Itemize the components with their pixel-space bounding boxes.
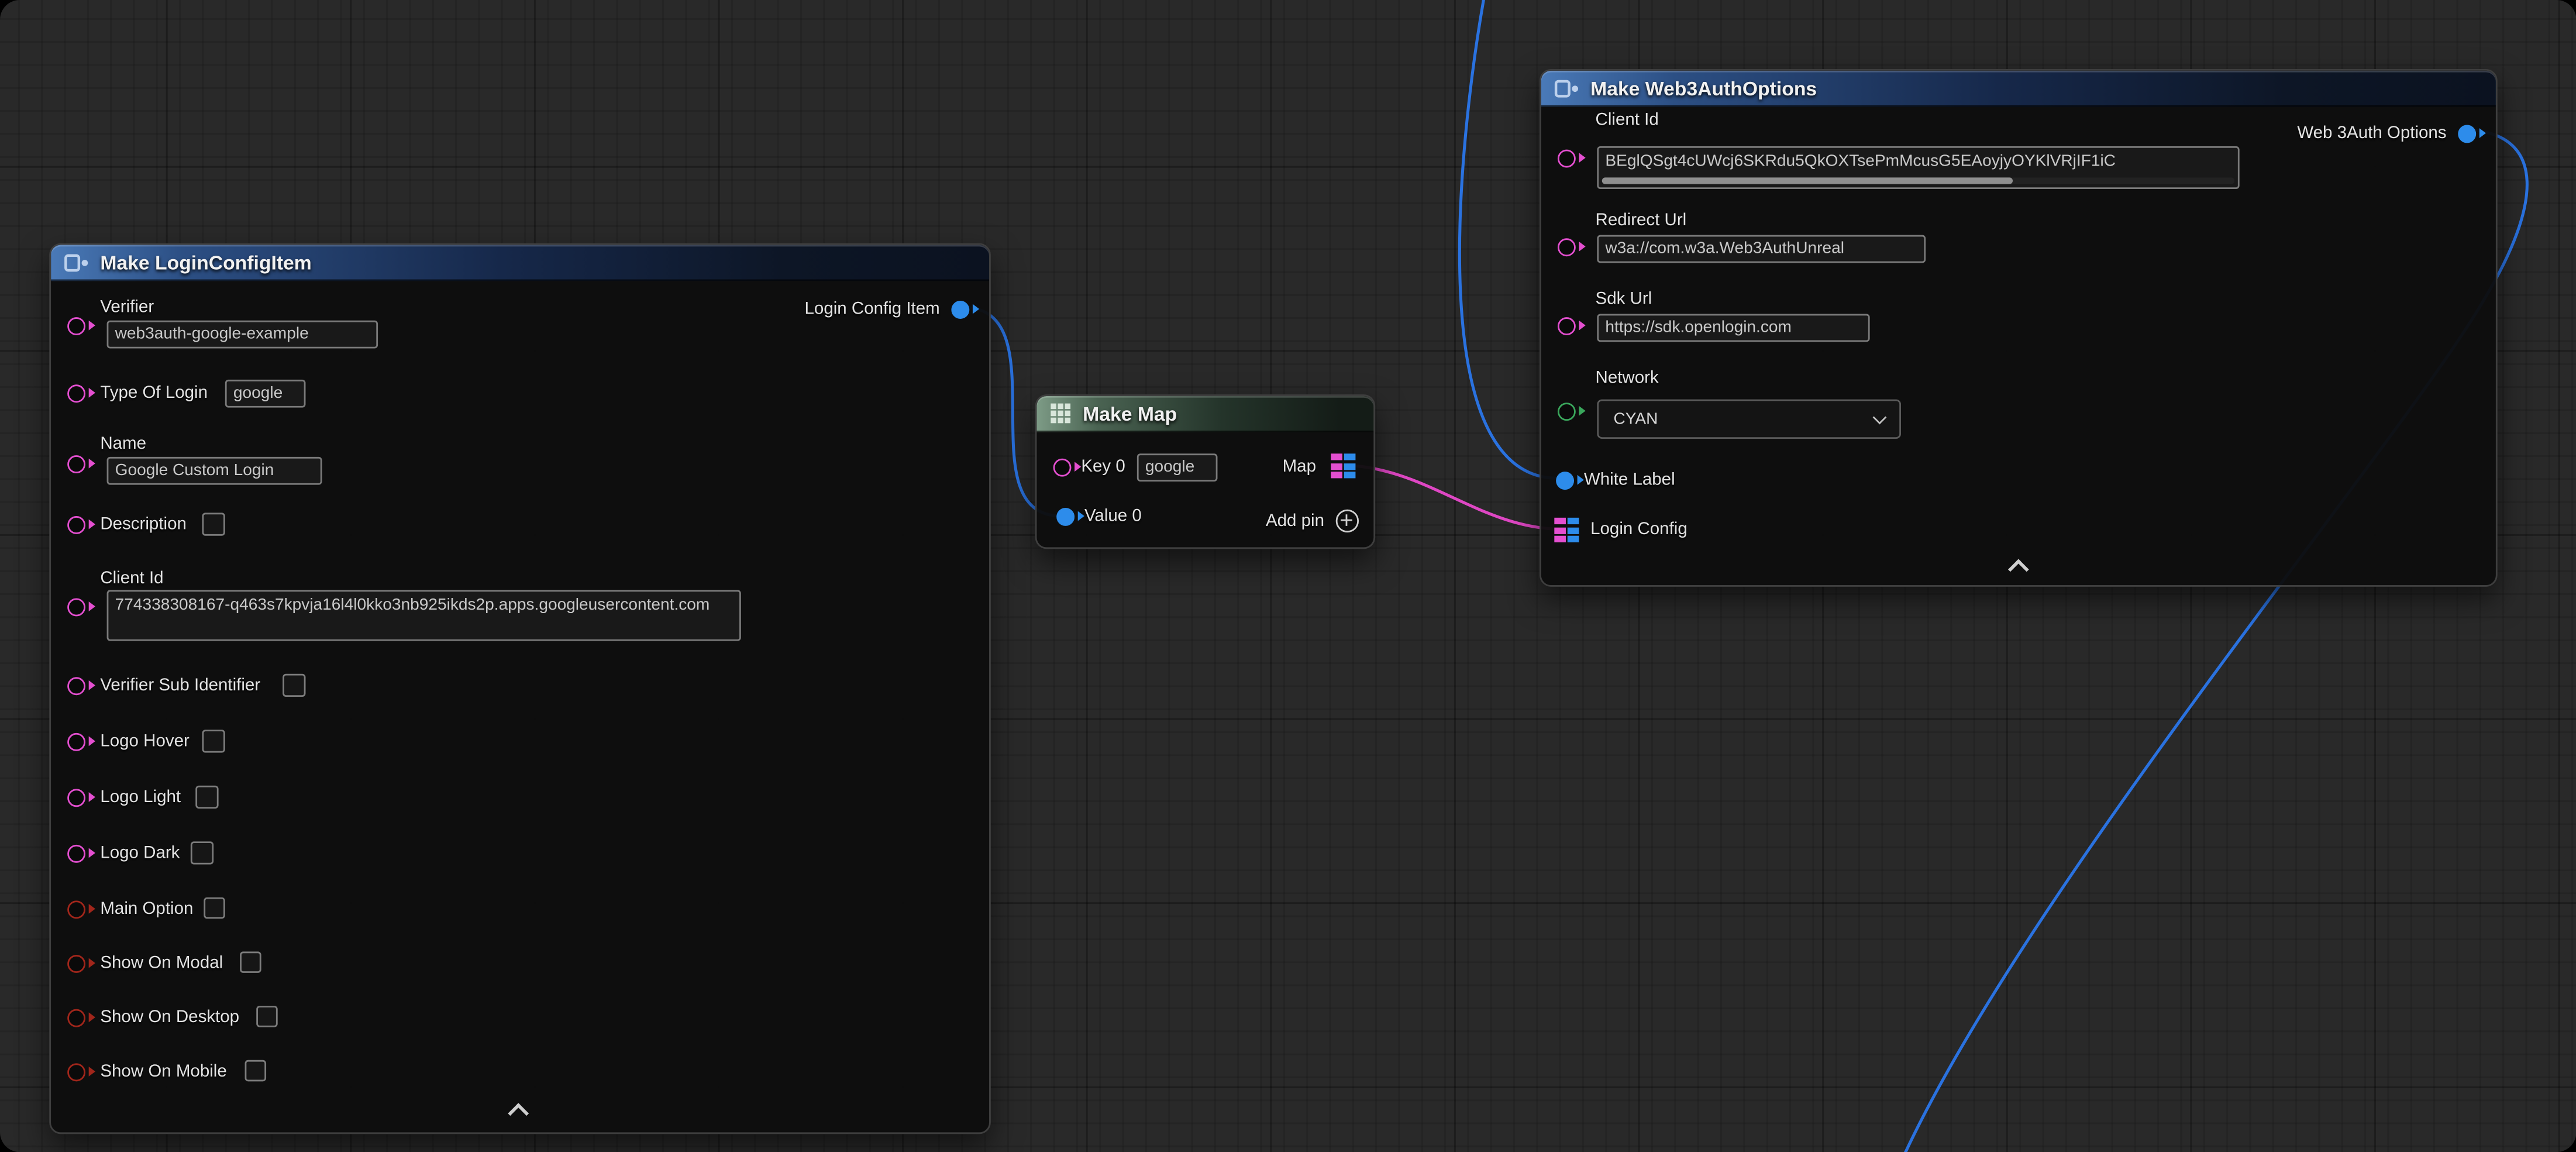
pin-key0[interactable] bbox=[1053, 458, 1082, 476]
pin-show-on-desktop[interactable] bbox=[67, 1008, 95, 1026]
output-pin-login-config-item[interactable] bbox=[951, 300, 979, 318]
node-title: Make LoginConfigItem bbox=[100, 250, 311, 273]
pin-label-description: Description bbox=[100, 514, 187, 534]
make-struct-icon bbox=[64, 252, 89, 272]
client-id-input[interactable]: 774338308167-q463s7kpvja16l4l0kko3nb925i… bbox=[107, 590, 741, 641]
pin-label-show-on-mobile: Show On Mobile bbox=[100, 1062, 226, 1082]
horizontal-scrollbar[interactable] bbox=[1602, 177, 2234, 184]
show-on-desktop-checkbox[interactable] bbox=[256, 1006, 278, 1027]
network-selected-value: CYAN bbox=[1613, 410, 1658, 428]
output-pin-map[interactable] bbox=[1331, 453, 1355, 478]
pin-label-key0: Key 0 bbox=[1081, 457, 1125, 477]
blueprint-graph-canvas[interactable]: Make LoginConfigItem Login Config Item V… bbox=[0, 0, 2576, 1152]
output-label-web3auth-options: Web 3Auth Options bbox=[2297, 123, 2446, 143]
pin-network[interactable] bbox=[1558, 402, 1586, 420]
pin-show-on-modal[interactable] bbox=[67, 954, 95, 972]
description-input[interactable] bbox=[202, 513, 225, 535]
pin-label-network: Network bbox=[1596, 368, 1659, 388]
verifier-input[interactable]: web3auth-google-example bbox=[107, 321, 378, 349]
pin-label-logo-dark: Logo Dark bbox=[100, 843, 180, 863]
pin-label-logo-light: Logo Light bbox=[100, 788, 181, 807]
pin-label-verifier: Verifier bbox=[100, 297, 154, 317]
node-make-loginconfigitem[interactable]: Make LoginConfigItem Login Config Item V… bbox=[49, 243, 991, 1134]
logo-hover-input[interactable] bbox=[202, 730, 225, 752]
pin-value0[interactable] bbox=[1056, 507, 1084, 525]
pin-client-id[interactable] bbox=[1558, 149, 1586, 167]
name-input[interactable]: Google Custom Login bbox=[107, 457, 322, 485]
pin-label-login-config: Login Config bbox=[1590, 520, 1688, 539]
pin-label-value0: Value 0 bbox=[1084, 506, 1142, 526]
node-make-map[interactable]: Make Map Key 0 google Value 0 Map Add pi… bbox=[1035, 394, 1375, 549]
pin-sdk-url[interactable] bbox=[1558, 317, 1586, 335]
show-on-modal-checkbox[interactable] bbox=[240, 951, 261, 973]
pin-redirect-url[interactable] bbox=[1558, 238, 1586, 256]
pin-label-client-id: Client Id bbox=[100, 569, 163, 589]
node-header[interactable]: Make Web3AuthOptions bbox=[1541, 71, 2496, 107]
pin-label-redirect-url: Redirect Url bbox=[1596, 211, 1687, 231]
network-dropdown[interactable]: CYAN bbox=[1597, 400, 1901, 439]
pin-label-show-on-desktop: Show On Desktop bbox=[100, 1007, 239, 1027]
client-id-input[interactable]: BEglQSgt4cUWcj6SKRdu5QkOXTsePmMcusG5EAoy… bbox=[1597, 146, 2239, 189]
pin-logo-light[interactable] bbox=[67, 788, 95, 806]
pin-type-of-login[interactable] bbox=[67, 384, 95, 402]
pin-main-option[interactable] bbox=[67, 900, 95, 918]
pin-label-client-id: Client Id bbox=[1596, 110, 1659, 130]
node-title: Make Web3AuthOptions bbox=[1590, 77, 1817, 99]
scrollbar-thumb[interactable] bbox=[1602, 177, 2013, 184]
key0-input[interactable]: google bbox=[1137, 453, 1218, 482]
pin-label-logo-hover: Logo Hover bbox=[100, 731, 190, 751]
pin-white-label[interactable] bbox=[1556, 471, 1584, 489]
client-id-value: BEglQSgt4cUWcj6SKRdu5QkOXTsePmMcusG5EAoy… bbox=[1605, 153, 2116, 171]
pin-name[interactable] bbox=[67, 455, 95, 473]
pin-description[interactable] bbox=[67, 515, 95, 534]
pin-label-show-on-modal: Show On Modal bbox=[100, 953, 223, 973]
pin-label-type-of-login: Type Of Login bbox=[100, 383, 208, 403]
output-label-map: Map bbox=[1283, 457, 1316, 477]
logo-dark-input[interactable] bbox=[191, 841, 213, 864]
pin-client-id[interactable] bbox=[67, 597, 95, 615]
pin-verifier[interactable] bbox=[67, 317, 95, 335]
add-pin-button[interactable] bbox=[1336, 510, 1359, 532]
pin-label-name: Name bbox=[100, 434, 146, 454]
sdk-url-input[interactable]: https://sdk.openlogin.com bbox=[1597, 314, 1869, 342]
output-pin-web3auth-options[interactable] bbox=[2458, 124, 2486, 142]
node-header[interactable]: Make Map bbox=[1036, 396, 1373, 432]
pin-show-on-mobile[interactable] bbox=[67, 1062, 95, 1081]
node-make-web3authoptions[interactable]: Make Web3AuthOptions Web 3Auth Options C… bbox=[1540, 69, 2498, 587]
add-pin-label: Add pin bbox=[1266, 511, 1324, 531]
main-option-checkbox[interactable] bbox=[204, 897, 225, 919]
pin-label-sdk-url: Sdk Url bbox=[1596, 289, 1652, 309]
node-header[interactable]: Make LoginConfigItem bbox=[51, 245, 989, 281]
pin-label-white-label: White Label bbox=[1584, 470, 1675, 490]
type-of-login-input[interactable]: google bbox=[225, 380, 306, 408]
redirect-url-input[interactable]: w3a://com.w3a.Web3AuthUnreal bbox=[1597, 235, 1926, 263]
pin-logo-hover[interactable] bbox=[67, 732, 95, 750]
map-container-icon bbox=[1050, 403, 1072, 424]
node-title: Make Map bbox=[1083, 402, 1177, 425]
verifier-sub-identifier-input[interactable] bbox=[283, 674, 305, 697]
pin-logo-dark[interactable] bbox=[67, 844, 95, 862]
pin-label-verifier-sub-identifier: Verifier Sub Identifier bbox=[100, 675, 260, 695]
pin-label-main-option: Main Option bbox=[100, 899, 193, 919]
logo-light-input[interactable] bbox=[195, 786, 218, 809]
collapse-chevron-icon[interactable] bbox=[2006, 557, 2029, 573]
make-struct-icon bbox=[1554, 78, 1579, 98]
output-label-login-config-item: Login Config Item bbox=[805, 299, 940, 319]
pin-login-config[interactable] bbox=[1554, 518, 1579, 542]
collapse-chevron-icon[interactable] bbox=[506, 1101, 529, 1117]
show-on-mobile-checkbox[interactable] bbox=[245, 1060, 267, 1082]
pin-verifier-sub-identifier[interactable] bbox=[67, 676, 95, 694]
